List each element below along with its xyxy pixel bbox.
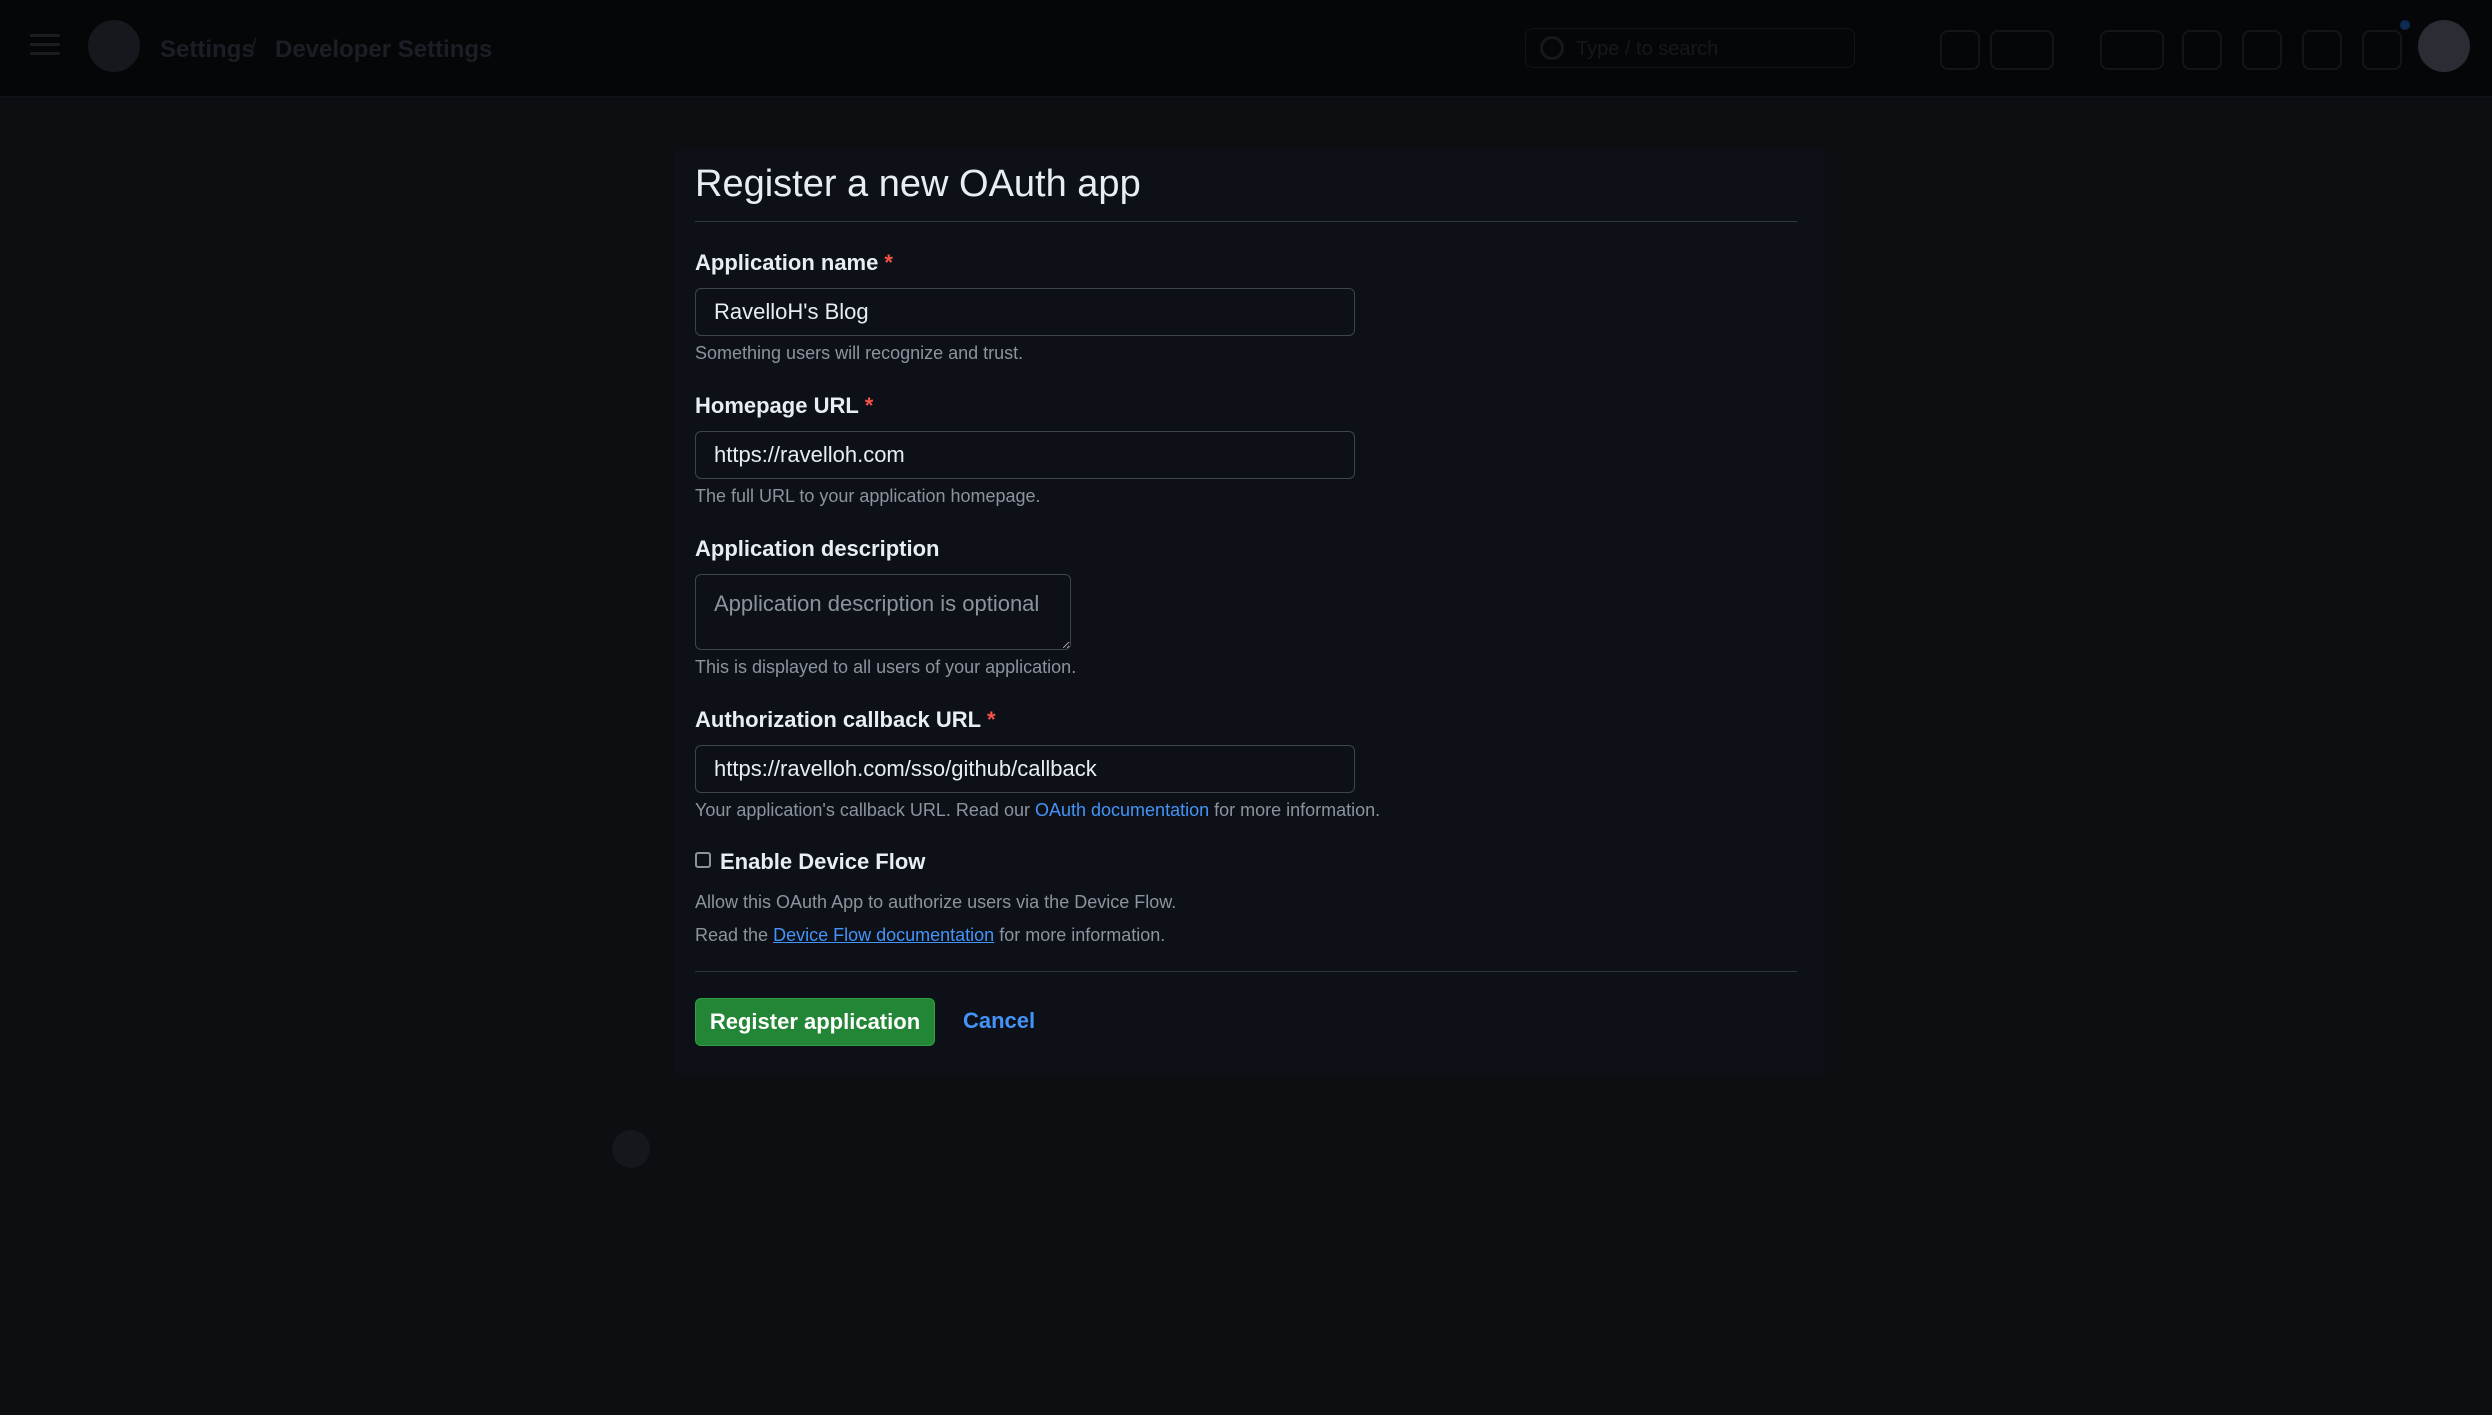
homepage-url-label-text: Homepage URL	[695, 393, 859, 418]
pull-requests-icon[interactable]	[2242, 30, 2282, 70]
register-oauth-app-form: Register a new OAuth app Application nam…	[674, 149, 1825, 1074]
top-navigation-bar: Settings / Developer Settings Type / to …	[0, 0, 2492, 97]
actions-divider	[695, 971, 1797, 972]
enable-device-flow-label[interactable]: Enable Device Flow	[720, 849, 925, 875]
issues-icon[interactable]	[2182, 30, 2222, 70]
application-description-label: Application description	[695, 536, 939, 562]
repositories-icon[interactable]	[2302, 30, 2342, 70]
callback-url-label: Authorization callback URL *	[695, 707, 996, 733]
device-flow-docs-hint: Read the Device Flow documentation for m…	[695, 925, 1165, 946]
menu-icon[interactable]	[30, 34, 60, 56]
application-description-hint: This is displayed to all users of your a…	[695, 657, 1077, 677]
required-marker: *	[884, 250, 893, 275]
device-flow-hint: Allow this OAuth App to authorize users …	[695, 892, 1177, 912]
breadcrumb-separator: /	[250, 34, 257, 61]
page-footer	[612, 1130, 1882, 1170]
required-marker: *	[987, 707, 996, 732]
breadcrumb-developer-settings[interactable]: Developer Settings	[275, 36, 492, 64]
register-application-button[interactable]: Register application	[695, 998, 935, 1046]
copilot-dropdown-icon[interactable]	[1990, 30, 2054, 70]
cancel-button[interactable]: Cancel	[963, 1008, 1035, 1034]
application-name-hint: Something users will recognize and trust…	[695, 343, 1024, 363]
device-flow-documentation-link[interactable]: Device Flow documentation	[773, 925, 994, 945]
application-name-input[interactable]	[695, 288, 1355, 336]
required-marker: *	[864, 393, 874, 418]
github-footer-logo-icon	[612, 1130, 650, 1168]
device-flow-docs-suffix: for more information.	[999, 925, 1166, 945]
application-description-label-text: Application description	[695, 536, 940, 561]
callback-url-hint: Your application's callback URL. Read ou…	[695, 800, 1380, 821]
callback-url-label-text: Authorization callback URL	[695, 707, 982, 732]
notification-indicator	[2400, 20, 2410, 30]
application-name-label-text: Application name	[695, 250, 879, 275]
copilot-icon[interactable]	[1940, 30, 1980, 70]
github-logo-icon[interactable]	[88, 20, 140, 72]
device-flow-docs-prefix: Read the	[695, 925, 769, 945]
callback-hint-suffix: for more information.	[1214, 800, 1381, 820]
callback-hint-text: Your application's callback URL. Read ou…	[695, 800, 1030, 820]
callback-url-input[interactable]	[695, 745, 1355, 793]
homepage-url-hint: The full URL to your application homepag…	[695, 486, 1041, 506]
oauth-documentation-link[interactable]: OAuth documentation	[1035, 800, 1209, 820]
breadcrumb-settings[interactable]: Settings	[160, 36, 255, 64]
enable-device-flow-checkbox[interactable]	[695, 852, 711, 868]
application-description-input[interactable]	[695, 574, 1071, 650]
search-input[interactable]: Type / to search	[1525, 28, 1855, 68]
create-new-icon[interactable]	[2100, 30, 2164, 70]
avatar[interactable]	[2418, 20, 2470, 72]
title-divider	[695, 221, 1797, 222]
notifications-icon[interactable]	[2362, 30, 2402, 70]
homepage-url-label: Homepage URL *	[695, 393, 873, 419]
application-name-label: Application name *	[695, 250, 893, 276]
homepage-url-input[interactable]	[695, 431, 1355, 479]
page-title: Register a new OAuth app	[695, 163, 1141, 205]
